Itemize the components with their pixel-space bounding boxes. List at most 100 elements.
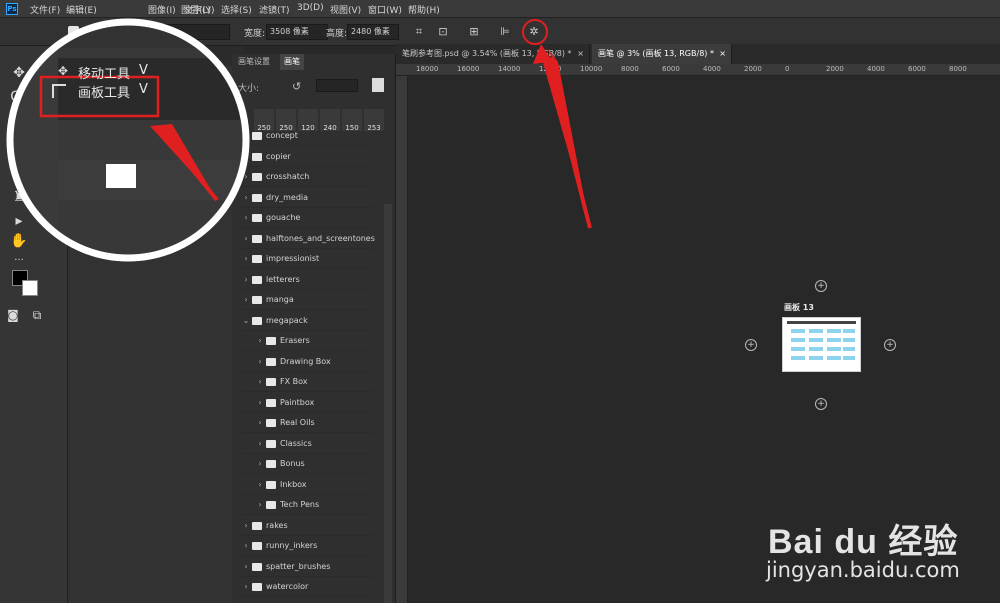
menu-window[interactable]: 窗口(W) (368, 3, 402, 16)
height-field[interactable]: 2480 像素 (347, 24, 399, 40)
brush-folder-item[interactable]: › spatter_brushes (242, 557, 372, 577)
menu-type[interactable]: 文字(Y) (184, 3, 215, 16)
chevron-right-icon[interactable]: › (242, 516, 250, 536)
chevron-right-icon[interactable]: › (242, 188, 250, 208)
chevron-right-icon[interactable]: › (242, 249, 250, 269)
align-left-icon[interactable]: ⊫ (496, 23, 514, 41)
more-tools-icon[interactable]: ··· (8, 250, 30, 272)
frame-tool-icon[interactable]: ⊠ (8, 136, 30, 158)
document-tab-active[interactable]: 画笔 @ 3% (画板 13, RGB/8) * × (592, 44, 732, 64)
brush-list-scrollbar[interactable] (384, 204, 392, 603)
chevron-right-icon[interactable]: › (242, 130, 250, 146)
add-artboard-right-icon[interactable]: + (884, 339, 896, 351)
brush-folder-item[interactable]: › watercolor (242, 577, 372, 597)
brush-folder-item[interactable]: › letterers (242, 270, 372, 290)
brush-folder-item[interactable]: › runny_inkers (242, 536, 372, 556)
width-field[interactable]: 3508 像素 (266, 24, 328, 40)
chevron-right-icon[interactable]: › (256, 475, 264, 495)
lock-pixels-icon[interactable]: ✎ (136, 136, 145, 149)
menu-help[interactable]: 帮助(H) (408, 3, 440, 16)
chevron-down-icon[interactable]: ⌄ (242, 311, 250, 331)
brush-folder-item[interactable]: › Inkbox (242, 475, 372, 495)
hand-tool-icon[interactable]: ✋ (8, 230, 30, 252)
document-tab[interactable]: 笔刷参考图.psd @ 3.54% (画板 13, RGB/8) * × (396, 44, 590, 64)
brush-folder-item[interactable]: › concept (242, 130, 372, 146)
screen-mode-icon[interactable]: ⧉ (26, 304, 48, 326)
menu-image[interactable]: 图像(I) (148, 3, 176, 16)
brush-folder-item[interactable]: › manga (242, 290, 372, 310)
chevron-right-icon[interactable]: › (256, 352, 264, 372)
crop-artboard-icon[interactable]: ⌗ (410, 23, 428, 41)
chevron-right-icon[interactable]: › (242, 598, 250, 601)
brush-folder-item[interactable]: › Drawing Box (242, 352, 372, 372)
image-filter-icon[interactable] (182, 80, 194, 90)
background-color-swatch[interactable] (22, 280, 38, 296)
menu-file[interactable]: 文件(F) (30, 3, 60, 16)
chevron-right-icon[interactable]: › (256, 434, 264, 454)
brush-preset[interactable]: 120 (298, 109, 318, 132)
ruler-horizontal[interactable]: 18000 16000 14000 12000 10000 8000 6000 4000 200… (396, 64, 1000, 76)
chevron-right-icon[interactable]: › (242, 208, 250, 228)
lock-transparency-icon[interactable] (114, 137, 124, 147)
lock-artboard-icon[interactable]: ⊡ (178, 136, 187, 149)
menu-filter[interactable]: 滤镜(T) (259, 3, 290, 16)
tab-brushes[interactable]: 画笔 (280, 54, 304, 70)
chevron-right-icon[interactable]: › (256, 413, 264, 433)
auto-select-dropdown[interactable]: 图层 (150, 24, 230, 40)
zoomed-artboard-tool-label[interactable]: 画板工具 (78, 82, 130, 101)
dodge-tool-icon[interactable]: ● (40, 210, 62, 232)
path-select-icon[interactable]: ▸ (8, 210, 30, 232)
chevron-right-icon[interactable]: › (256, 495, 264, 515)
brush-folder-item[interactable]: › copier (242, 147, 372, 167)
blend-mode-dropdown[interactable]: 正常 ⌄ (74, 108, 188, 126)
brush-preset[interactable]: 250 (276, 109, 296, 132)
menu-select[interactable]: 选择(S) (221, 3, 252, 16)
lock-all-icon[interactable]: 🔒 (200, 135, 214, 148)
brush-folder-item[interactable]: › Paintbox (242, 393, 372, 413)
brush-folder-item[interactable]: › gouache (242, 208, 372, 228)
chevron-right-icon[interactable]: › (256, 372, 264, 392)
menu-3d[interactable]: 3D(D) (297, 3, 324, 13)
layer-row[interactable]: 👁 背景 (74, 158, 244, 194)
add-artboard-icon[interactable]: ⊞ (465, 23, 483, 41)
auto-select-checkbox[interactable] (68, 26, 79, 37)
chevron-right-icon[interactable]: › (242, 229, 250, 249)
brush-folder-item[interactable]: › Real Oils (242, 413, 372, 433)
brush-folder-item[interactable]: › Tech Pens (242, 495, 372, 515)
chevron-right-icon[interactable]: › (256, 393, 264, 413)
close-icon[interactable]: × (719, 44, 726, 64)
brush-tool-icon[interactable]: ⁄ (40, 136, 62, 158)
brush-folder-item[interactable]: › Bonus (242, 454, 372, 474)
chevron-right-icon[interactable]: › (256, 331, 264, 351)
chevron-right-icon[interactable]: › (242, 536, 250, 556)
menu-view[interactable]: 视图(V) (330, 3, 361, 16)
new-brush-icon[interactable] (372, 78, 384, 92)
add-artboard-left-icon[interactable]: + (745, 339, 757, 351)
close-icon[interactable]: × (577, 44, 584, 64)
brush-folder-item[interactable]: › FX Box (242, 372, 372, 392)
resize-artboard-icon[interactable]: ⊡ (434, 23, 452, 41)
chevron-right-icon[interactable]: › (242, 147, 250, 167)
brush-folder-item[interactable]: › crosshatch (242, 167, 372, 187)
quick-mask-icon[interactable]: ◙ (2, 304, 24, 326)
menu-edit[interactable]: 编辑(E) (66, 3, 97, 16)
brush-folder-item[interactable]: › halftones_and_screentones (242, 229, 375, 249)
chevron-right-icon[interactable]: › (242, 290, 250, 310)
brush-preset[interactable]: 250 (254, 109, 274, 132)
stamp-tool-icon[interactable]: ♜ (8, 186, 30, 208)
tab-swatches[interactable]: 色板 (186, 48, 216, 66)
crop-tool-icon[interactable]: ⌐ (8, 110, 30, 132)
healing-brush-icon[interactable]: ✚ (8, 162, 30, 184)
brush-folder-item[interactable]: ⌄ megapack (242, 311, 372, 331)
gear-icon[interactable]: ✲ (525, 23, 543, 41)
brush-folder-item[interactable]: › rakes (242, 516, 372, 536)
reset-icon[interactable]: ↺ (292, 80, 301, 93)
lock-position-icon[interactable]: ✥ (156, 136, 165, 149)
adjustment-filter-icon[interactable] (200, 80, 210, 90)
visibility-eye-icon[interactable]: 👁 (80, 169, 95, 183)
add-artboard-top-icon[interactable]: + (815, 280, 827, 292)
photoshop-logo-icon[interactable]: Ps (6, 3, 18, 15)
size-field[interactable] (316, 79, 358, 92)
brush-preset[interactable]: 240 (320, 109, 340, 132)
brush-folder-item[interactable]: › 旧版画笔 (242, 598, 372, 601)
